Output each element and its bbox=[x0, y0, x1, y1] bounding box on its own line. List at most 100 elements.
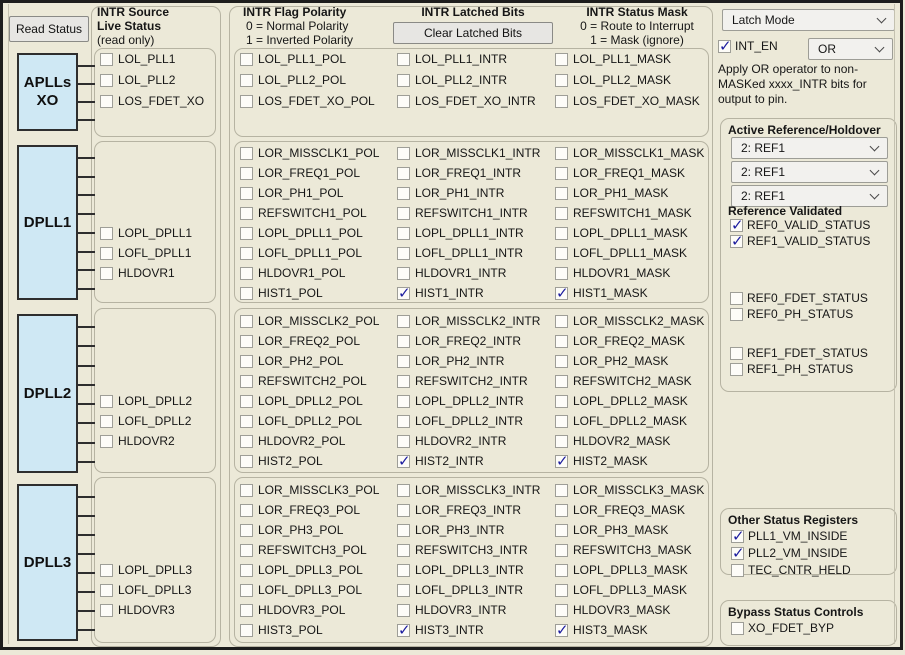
checkbox-REFSWITCH2_MASK[interactable] bbox=[555, 375, 568, 388]
checkbox-LOPL_DPLL3[interactable] bbox=[100, 564, 113, 577]
checkbox-LOR_PH2_POL[interactable] bbox=[240, 355, 253, 368]
checkbox-LOR_FREQ2_INTR[interactable] bbox=[397, 335, 410, 348]
checkbox-INT_EN[interactable] bbox=[718, 40, 731, 53]
checkbox-LOR_FREQ1_POL[interactable] bbox=[240, 167, 253, 180]
checkbox-LOL_PLL2_INTR[interactable] bbox=[397, 74, 410, 87]
checkbox-LOR_FREQ1_MASK[interactable] bbox=[555, 167, 568, 180]
checkbox-HIST2_POL[interactable] bbox=[240, 455, 253, 468]
checkbox-LOFL_DPLL3[interactable] bbox=[100, 584, 113, 597]
checkbox-REFSWITCH2_POL[interactable] bbox=[240, 375, 253, 388]
checkbox-LOR_MISSCLK3_MASK[interactable] bbox=[555, 484, 568, 497]
checkbox-LOS_FDET_XO_INTR[interactable] bbox=[397, 95, 410, 108]
checkbox-LOFL_DPLL2_INTR[interactable] bbox=[397, 415, 410, 428]
checkbox-REF1_VALID_STATUS[interactable] bbox=[730, 235, 743, 248]
checkbox-LOPL_DPLL1_MASK[interactable] bbox=[555, 227, 568, 240]
checkbox-LOR_MISSCLK3_POL[interactable] bbox=[240, 484, 253, 497]
checkbox-PLL1_VM_INSIDE[interactable] bbox=[731, 530, 744, 543]
checkbox-LOR_PH3_MASK[interactable] bbox=[555, 524, 568, 537]
checkbox-LOR_PH3_INTR[interactable] bbox=[397, 524, 410, 537]
checkbox-LOPL_DPLL1[interactable] bbox=[100, 227, 113, 240]
checkbox-HLDOVR2[interactable] bbox=[100, 435, 113, 448]
checkbox-HIST2_MASK[interactable] bbox=[555, 455, 568, 468]
checkbox-LOR_FREQ3_INTR[interactable] bbox=[397, 504, 410, 517]
checkbox-LOPL_DPLL2_INTR[interactable] bbox=[397, 395, 410, 408]
checkbox-LOFL_DPLL2_POL[interactable] bbox=[240, 415, 253, 428]
checkbox-REF0_PH_STATUS[interactable] bbox=[730, 308, 743, 321]
checkbox-LOR_PH1_MASK[interactable] bbox=[555, 187, 568, 200]
checkbox-LOFL_DPLL2_MASK[interactable] bbox=[555, 415, 568, 428]
checkbox-HIST1_POL[interactable] bbox=[240, 287, 253, 300]
checkbox-HLDOVR1_INTR[interactable] bbox=[397, 267, 410, 280]
checkbox-REFSWITCH2_INTR[interactable] bbox=[397, 375, 410, 388]
checkbox-LOPL_DPLL2[interactable] bbox=[100, 395, 113, 408]
checkbox-HIST2_INTR[interactable] bbox=[397, 455, 410, 468]
checkbox-REF0_FDET_STATUS[interactable] bbox=[730, 292, 743, 305]
checkbox-LOR_MISSCLK2_MASK[interactable] bbox=[555, 315, 568, 328]
checkbox-LOFL_DPLL1_POL[interactable] bbox=[240, 247, 253, 260]
checkbox-REF1_FDET_STATUS[interactable] bbox=[730, 347, 743, 360]
checkbox-TEC_CNTR_HELD[interactable] bbox=[731, 564, 744, 577]
checkbox-REFSWITCH3_INTR[interactable] bbox=[397, 544, 410, 557]
read-status-button[interactable]: Read Status bbox=[9, 16, 89, 42]
checkbox-PLL2_VM_INSIDE[interactable] bbox=[731, 547, 744, 560]
checkbox-LOFL_DPLL1_INTR[interactable] bbox=[397, 247, 410, 260]
checkbox-LOPL_DPLL2_POL[interactable] bbox=[240, 395, 253, 408]
checkbox-LOFL_DPLL3_POL[interactable] bbox=[240, 584, 253, 597]
checkbox-LOR_PH1_POL[interactable] bbox=[240, 187, 253, 200]
checkbox-REFSWITCH1_INTR[interactable] bbox=[397, 207, 410, 220]
checkbox-HIST3_MASK[interactable] bbox=[555, 624, 568, 637]
checkbox-HIST3_INTR[interactable] bbox=[397, 624, 410, 637]
checkbox-LOR_FREQ3_MASK[interactable] bbox=[555, 504, 568, 517]
clear-latched-bits-button[interactable]: Clear Latched Bits bbox=[393, 22, 553, 44]
checkbox-LOR_FREQ3_POL[interactable] bbox=[240, 504, 253, 517]
checkbox-HLDOVR3_MASK[interactable] bbox=[555, 604, 568, 617]
checkbox-LOR_MISSCLK1_MASK[interactable] bbox=[555, 147, 568, 160]
checkbox-LOR_PH2_MASK[interactable] bbox=[555, 355, 568, 368]
checkbox-LOL_PLL1_MASK[interactable] bbox=[555, 53, 568, 66]
checkbox-HLDOVR3_POL[interactable] bbox=[240, 604, 253, 617]
checkbox-XO_FDET_BYP[interactable] bbox=[731, 622, 744, 635]
checkbox-LOR_PH1_INTR[interactable] bbox=[397, 187, 410, 200]
checkbox-LOR_FREQ2_MASK[interactable] bbox=[555, 335, 568, 348]
active-reference-select-1[interactable]: 2: REF1 bbox=[731, 137, 888, 159]
checkbox-LOL_PLL2_POL[interactable] bbox=[240, 74, 253, 87]
checkbox-LOPL_DPLL3_INTR[interactable] bbox=[397, 564, 410, 577]
checkbox-LOFL_DPLL2[interactable] bbox=[100, 415, 113, 428]
checkbox-HLDOVR1_MASK[interactable] bbox=[555, 267, 568, 280]
checkbox-LOL_PLL2[interactable] bbox=[100, 74, 113, 87]
checkbox-LOPL_DPLL2_MASK[interactable] bbox=[555, 395, 568, 408]
checkbox-REFSWITCH1_POL[interactable] bbox=[240, 207, 253, 220]
pin-operator-select[interactable]: OR bbox=[808, 38, 893, 60]
checkbox-LOR_MISSCLK1_INTR[interactable] bbox=[397, 147, 410, 160]
checkbox-HIST1_MASK[interactable] bbox=[555, 287, 568, 300]
checkbox-HLDOVR1_POL[interactable] bbox=[240, 267, 253, 280]
checkbox-LOL_PLL2_MASK[interactable] bbox=[555, 74, 568, 87]
checkbox-REFSWITCH3_MASK[interactable] bbox=[555, 544, 568, 557]
checkbox-HIST1_INTR[interactable] bbox=[397, 287, 410, 300]
checkbox-LOPL_DPLL1_INTR[interactable] bbox=[397, 227, 410, 240]
checkbox-HLDOVR2_MASK[interactable] bbox=[555, 435, 568, 448]
latch-mode-select[interactable]: Latch Mode bbox=[722, 9, 895, 31]
active-reference-select-2[interactable]: 2: REF1 bbox=[731, 161, 888, 183]
checkbox-LOFL_DPLL1[interactable] bbox=[100, 247, 113, 260]
checkbox-LOFL_DPLL1_MASK[interactable] bbox=[555, 247, 568, 260]
checkbox-HLDOVR2_POL[interactable] bbox=[240, 435, 253, 448]
checkbox-LOR_MISSCLK2_POL[interactable] bbox=[240, 315, 253, 328]
checkbox-LOS_FDET_XO[interactable] bbox=[100, 95, 113, 108]
checkbox-REF0_VALID_STATUS[interactable] bbox=[730, 219, 743, 232]
checkbox-HIST3_POL[interactable] bbox=[240, 624, 253, 637]
checkbox-LOFL_DPLL3_INTR[interactable] bbox=[397, 584, 410, 597]
checkbox-HLDOVR2_INTR[interactable] bbox=[397, 435, 410, 448]
checkbox-HLDOVR1[interactable] bbox=[100, 267, 113, 280]
checkbox-REFSWITCH1_MASK[interactable] bbox=[555, 207, 568, 220]
checkbox-LOPL_DPLL3_POL[interactable] bbox=[240, 564, 253, 577]
checkbox-LOR_MISSCLK3_INTR[interactable] bbox=[397, 484, 410, 497]
checkbox-HLDOVR3_INTR[interactable] bbox=[397, 604, 410, 617]
checkbox-LOR_MISSCLK1_POL[interactable] bbox=[240, 147, 253, 160]
checkbox-REFSWITCH3_POL[interactable] bbox=[240, 544, 253, 557]
checkbox-LOL_PLL1_INTR[interactable] bbox=[397, 53, 410, 66]
checkbox-LOPL_DPLL1_POL[interactable] bbox=[240, 227, 253, 240]
checkbox-LOFL_DPLL3_MASK[interactable] bbox=[555, 584, 568, 597]
checkbox-REF1_PH_STATUS[interactable] bbox=[730, 363, 743, 376]
checkbox-LOR_FREQ1_INTR[interactable] bbox=[397, 167, 410, 180]
